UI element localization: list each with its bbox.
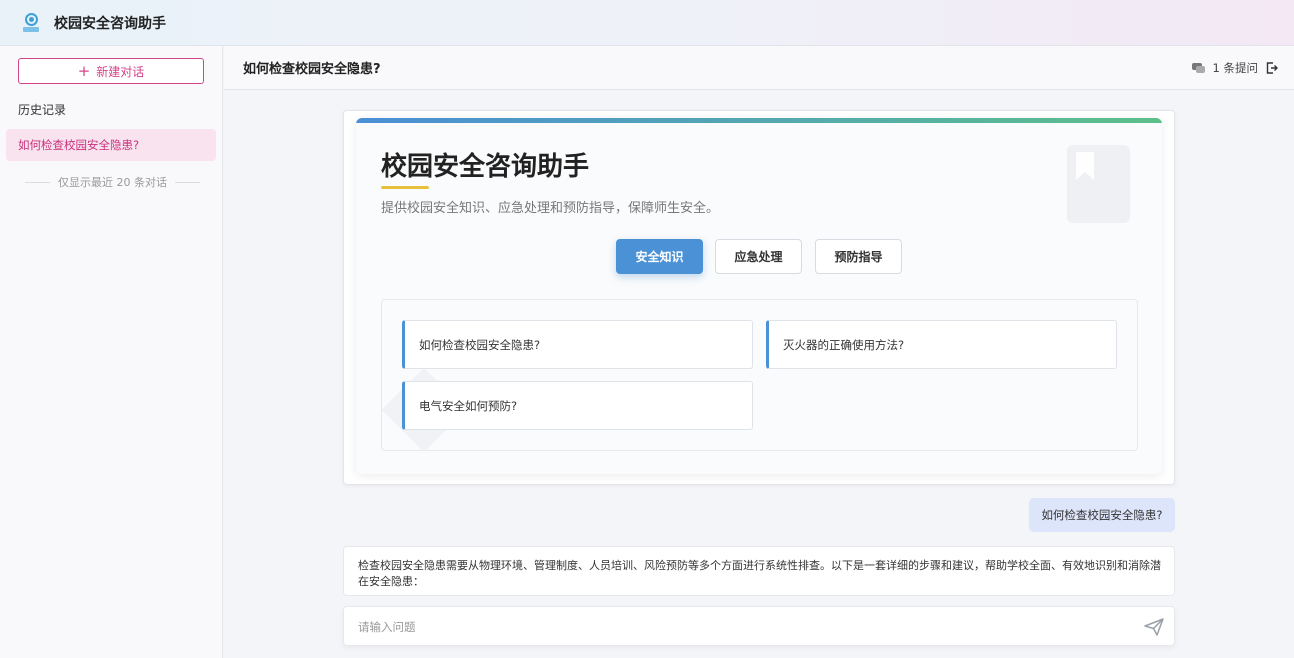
- top-bar: 校园安全咨询助手: [0, 0, 1294, 46]
- suggested-question[interactable]: 电气安全如何预防?: [402, 381, 753, 430]
- card-accent-bar: [356, 118, 1162, 123]
- suggested-question[interactable]: 灭火器的正确使用方法?: [766, 320, 1117, 369]
- suggested-question[interactable]: 如何检查校园安全隐患?: [402, 320, 753, 369]
- tab-emergency-handling[interactable]: 应急处理: [715, 239, 802, 274]
- app-title: 校园安全咨询助手: [54, 15, 166, 32]
- welcome-subtitle: 提供校园安全知识、应急处理和预防指导，保障师生安全。: [381, 201, 720, 216]
- question-count: 1 条提问: [1212, 61, 1258, 75]
- welcome-title: 校园安全咨询助手: [381, 152, 590, 182]
- welcome-card: 校园安全咨询助手 提供校园安全知识、应急处理和预防指导，保障师生安全。 安全知识…: [343, 110, 1175, 485]
- assistant-answer: 检查校园安全隐患需要从物理环境、管理制度、人员培训、风险预防等多个方面进行系统性…: [343, 546, 1175, 596]
- app-logo-icon: [22, 12, 40, 33]
- chat-input-bar: [343, 606, 1175, 646]
- divider: [175, 181, 200, 183]
- chat-icon: [1191, 63, 1205, 73]
- conversation-header: 如何检查校园安全隐患? 1 条提问: [224, 46, 1294, 90]
- divider: [25, 181, 50, 183]
- tab-prevention-guide[interactable]: 预防指导: [815, 239, 902, 274]
- welcome-card-inner: 校园安全咨询助手 提供校园安全知识、应急处理和预防指导，保障师生安全。 安全知识…: [356, 118, 1162, 474]
- user-message: 如何检查校园安全隐患?: [1029, 498, 1175, 532]
- conversation-title: 如何检查校园安全隐患?: [243, 62, 381, 77]
- history-note: 仅显示最近 20 条对话: [25, 174, 200, 190]
- history-note-text: 仅显示最近 20 条对话: [58, 176, 167, 189]
- send-icon[interactable]: [1144, 618, 1164, 636]
- new-chat-label: 新建对话: [96, 64, 145, 79]
- history-item[interactable]: 如何检查校园安全隐患?: [6, 129, 216, 161]
- logout-icon[interactable]: [1266, 62, 1278, 74]
- bookmark-icon: [1067, 145, 1130, 223]
- tab-safety-knowledge[interactable]: 安全知识: [616, 239, 703, 274]
- header-actions: 1 条提问: [1191, 60, 1278, 76]
- new-chat-button[interactable]: + 新建对话: [18, 58, 204, 84]
- plus-icon: +: [77, 61, 91, 80]
- sidebar: + 新建对话 历史记录 如何检查校园安全隐患? 仅显示最近 20 条对话: [0, 46, 223, 658]
- question-input[interactable]: [358, 617, 1118, 637]
- history-title: 历史记录: [18, 103, 67, 117]
- suggested-questions-panel: 如何检查校园安全隐患? 灭火器的正确使用方法? 电气安全如何预防?: [381, 299, 1138, 453]
- title-underline: [381, 186, 429, 189]
